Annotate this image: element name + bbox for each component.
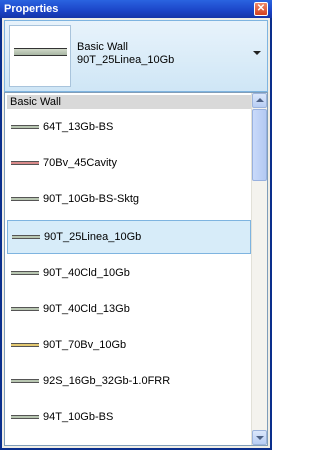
list-item-label: 90T_10Gb-BS-Sktg xyxy=(43,193,139,205)
list-item[interactable]: 92S_16Gb_32Gb-1.0FRR xyxy=(7,365,251,399)
list-item-label: 94T_10Gb-BS xyxy=(43,411,114,423)
wall-swatch-icon xyxy=(11,271,39,275)
list-item[interactable]: 90T_40Cld_13Gb xyxy=(7,293,251,327)
wall-preview-icon xyxy=(14,48,67,56)
wall-swatch-icon xyxy=(11,197,39,201)
arrow-down-icon xyxy=(256,436,264,440)
properties-window: Properties ✕ Basic Wall 90T_25Linea_10Gb… xyxy=(0,0,272,450)
wall-swatch-icon xyxy=(11,379,39,383)
list-item-label: 64T_13Gb-BS xyxy=(43,121,114,133)
list-item-label: 90T_40Cld_10Gb xyxy=(43,267,130,279)
window-titlebar[interactable]: Properties ✕ xyxy=(0,0,272,18)
list-item-label: 90T_70Bv_10Gb xyxy=(43,339,127,351)
family-header: Basic Wall xyxy=(7,95,251,109)
list-item-label: 90T_40Cld_13Gb xyxy=(43,303,130,315)
wall-swatch-icon xyxy=(11,161,39,165)
chevron-down-icon[interactable] xyxy=(253,51,261,55)
list-item[interactable]: 90T_10Gb-BS-Sktg xyxy=(7,183,251,217)
list-item-label: 90T_25Linea_10Gb xyxy=(44,231,142,243)
list-item[interactable]: 64T_13Gb-BS xyxy=(7,111,251,145)
wall-swatch-icon xyxy=(11,415,39,419)
wall-swatch-icon xyxy=(11,307,39,311)
scroll-down-button[interactable] xyxy=(252,430,267,445)
scrollbar-thumb[interactable] xyxy=(252,109,267,181)
list-item-selected[interactable]: 90T_25Linea_10Gb xyxy=(7,220,251,254)
list-item-label: 92S_16Gb_32Gb-1.0FRR xyxy=(43,375,171,387)
close-icon: ✕ xyxy=(256,3,266,14)
scroll-up-button[interactable] xyxy=(252,93,267,108)
selected-type: 90T_25Linea_10Gb xyxy=(77,54,175,66)
list-item[interactable]: 90T_70Bv_10Gb xyxy=(7,329,251,363)
vertical-scrollbar[interactable] xyxy=(251,93,267,445)
list-item-label: 70Bv_45Cavity xyxy=(43,157,117,169)
list-item[interactable]: 70Bv_45Cavity xyxy=(7,147,251,181)
properties-panel: Basic Wall 90T_25Linea_10Gb Basic Wall 6… xyxy=(2,18,270,448)
arrow-up-icon xyxy=(256,98,264,102)
wall-swatch-icon xyxy=(11,343,39,347)
wall-swatch-icon xyxy=(11,125,39,129)
type-preview xyxy=(9,25,71,87)
wall-swatch-icon xyxy=(12,235,40,239)
list-item[interactable]: 94T_10Gb-BS xyxy=(7,401,251,435)
type-selector[interactable]: Basic Wall 90T_25Linea_10Gb xyxy=(4,20,268,92)
window-title: Properties xyxy=(4,3,59,15)
list-item[interactable]: 90T_40Cld_10Gb xyxy=(7,257,251,291)
type-list: Basic Wall 64T_13Gb-BS 70Bv_45Cavity 90T… xyxy=(4,92,268,446)
selected-family: Basic Wall xyxy=(77,41,128,53)
close-button[interactable]: ✕ xyxy=(254,2,268,16)
type-selector-text: Basic Wall 90T_25Linea_10Gb xyxy=(77,41,174,67)
